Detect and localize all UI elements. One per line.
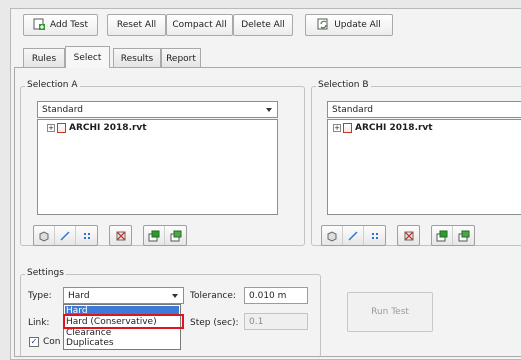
lines-button[interactable] [55,226,76,245]
surface-icon [39,230,49,242]
lines-button[interactable] [343,226,364,245]
self-intersect-toolbar [397,225,420,246]
step-input[interactable]: 0.1 [244,313,308,330]
revit-file-icon [57,123,66,133]
reset-all-button[interactable]: Reset All [107,14,166,36]
type-dropdown-value: Hard [68,290,90,301]
link-label: Link: [28,318,50,328]
update-all-label: Update All [334,20,381,30]
select-current-icon [148,230,160,241]
compact-all-label: Compact All [172,20,227,30]
tab-report[interactable]: Report [161,48,201,68]
chevron-down-icon [172,294,178,298]
settings-label: Settings [25,268,66,278]
type-dropdown[interactable]: Hard [63,287,184,304]
add-test-label: Add Test [49,20,88,30]
tree-item-label: ARCHI 2018.rvt [355,123,433,133]
compact-all-button[interactable]: Compact All [166,14,233,36]
select-in-scene-icon [170,230,181,241]
selection-b-dropdown-value: Standard [332,104,373,115]
surfaces-button[interactable] [34,226,55,245]
expand-icon[interactable]: + [333,124,341,132]
add-test-icon [33,18,45,33]
selection-a-label: Selection A [25,80,80,90]
revit-file-icon [343,123,352,133]
run-test-label: Run Test [371,307,409,317]
expand-icon[interactable]: + [47,124,55,132]
selection-a-sets-toolbar [143,225,187,246]
update-icon [317,18,329,33]
selection-b-mode-toolbar [321,225,386,246]
tab-results[interactable]: Results [113,48,161,68]
self-intersect-toolbar [109,225,132,246]
run-test-button[interactable]: Run Test [347,292,433,332]
points-icon [371,232,378,239]
tab-results-label: Results [120,53,154,64]
tab-report-label: Report [166,53,196,64]
selection-b-label: Selection B [316,80,371,90]
update-all-button[interactable]: Update All [305,14,393,36]
selection-a-dropdown-value: Standard [42,104,83,115]
select-in-scene-icon [458,230,469,241]
selection-b-tree[interactable] [327,119,521,215]
use-current-selection-button[interactable] [432,226,453,245]
add-test-button[interactable]: Add Test [23,14,98,36]
tab-rules[interactable]: Rules [23,48,65,68]
tab-select[interactable]: Select [65,46,110,68]
selection-a-mode-toolbar [33,225,98,246]
surfaces-button[interactable] [322,226,343,245]
tab-rules-label: Rules [31,53,57,64]
points-button[interactable] [76,226,97,245]
composite-checkbox-label: Con [43,337,61,347]
select-in-scene-button[interactable] [453,226,474,245]
tolerance-label: Tolerance: [190,291,236,301]
surface-icon [327,230,337,242]
points-button[interactable] [364,226,385,245]
delete-all-label: Delete All [241,20,285,30]
composite-checkbox[interactable]: ✓ [29,337,39,347]
select-current-icon [436,230,448,241]
tree-item[interactable]: + ARCHI 2018.rvt [47,123,147,133]
step-value: 0.1 [249,316,264,327]
option-clearance[interactable]: Clearance [66,328,111,338]
self-intersect-icon [404,231,413,240]
tolerance-value: 0.010 m [249,290,287,301]
selection-a-dropdown[interactable]: Standard [37,101,278,118]
type-label: Type: [28,291,52,301]
tree-item[interactable]: + ARCHI 2018.rvt [333,123,433,133]
selection-a-tree[interactable] [37,119,278,215]
delete-all-button[interactable]: Delete All [233,14,293,36]
line-icon [60,231,70,240]
select-in-scene-button[interactable] [165,226,186,245]
option-duplicates[interactable]: Duplicates [66,338,114,348]
tab-select-label: Select [73,52,102,63]
selection-b-sets-toolbar [431,225,475,246]
self-intersect-button[interactable] [110,226,131,245]
tree-item-label: ARCHI 2018.rvt [69,123,147,133]
reset-all-label: Reset All [116,20,157,30]
self-intersect-icon [116,231,125,240]
line-icon [348,231,358,240]
self-intersect-button[interactable] [398,226,419,245]
step-label: Step (sec): [190,318,239,328]
tolerance-input[interactable]: 0.010 m [244,287,308,304]
selection-b-dropdown[interactable]: Standard [327,101,521,118]
use-current-selection-button[interactable] [144,226,165,245]
annotation-highlight-box [63,314,184,329]
points-icon [83,232,90,239]
chevron-down-icon [266,108,272,112]
